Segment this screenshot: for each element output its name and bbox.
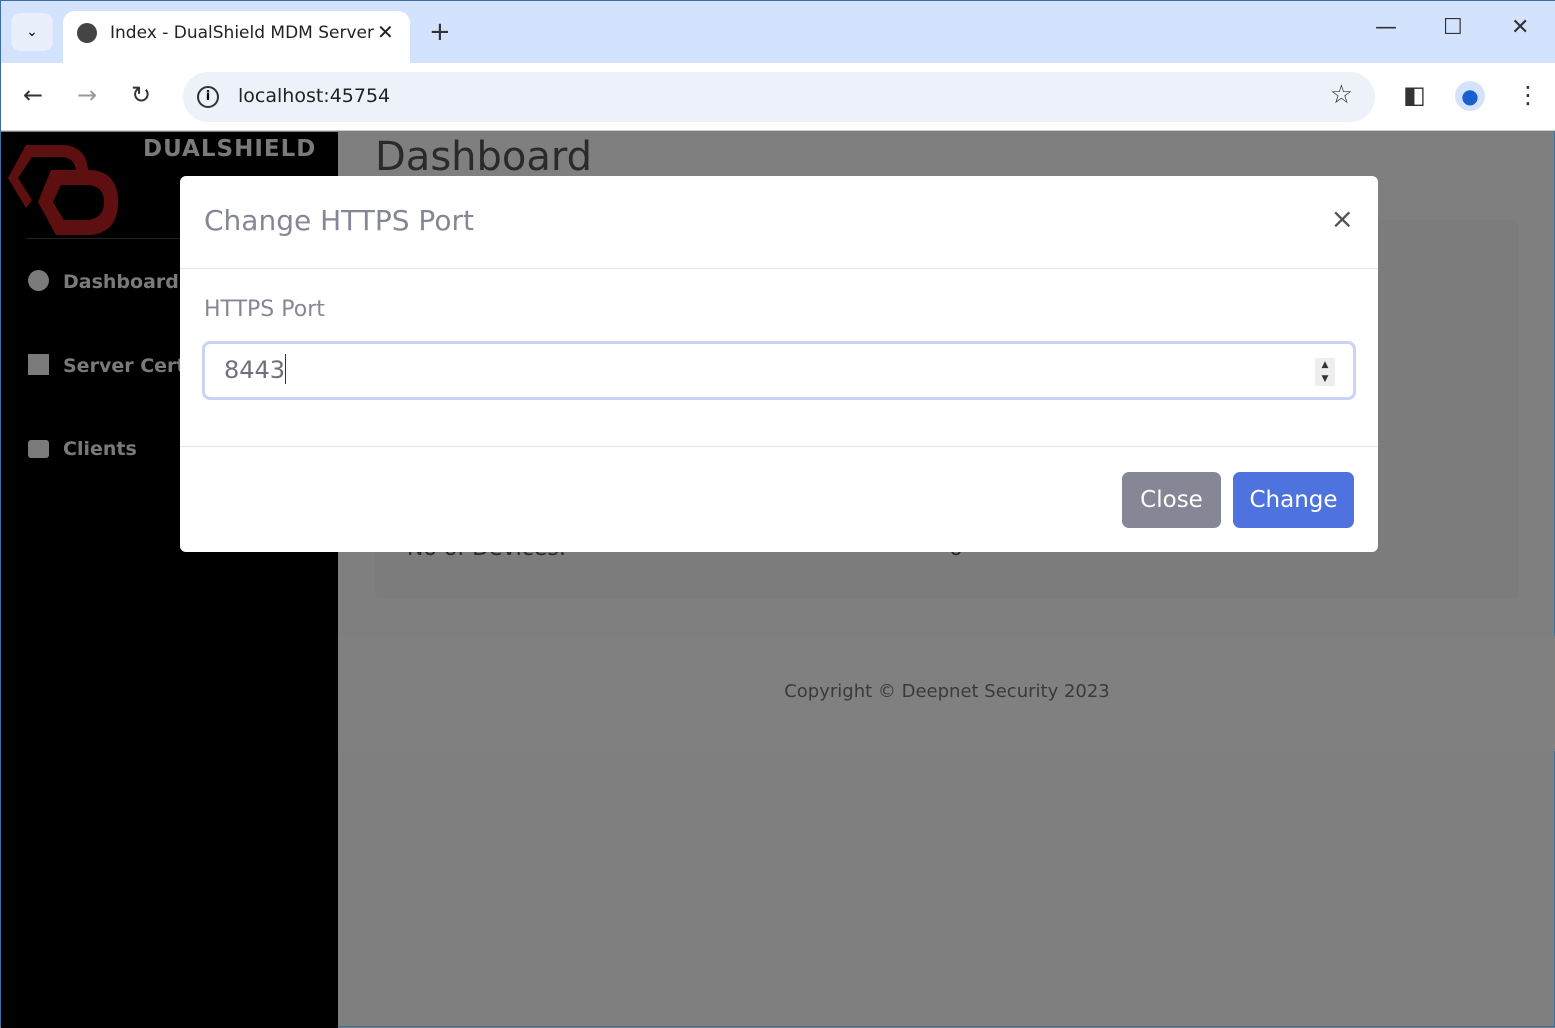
sidebar-item-dashboard[interactable]: Dashboard — [28, 270, 179, 293]
tab-title: Index - DualShield MDM Server — [110, 23, 374, 43]
globe-icon — [77, 23, 97, 43]
text-cursor — [285, 354, 287, 384]
https-port-value: 8443 — [224, 356, 286, 384]
close-button[interactable]: Close — [1122, 472, 1221, 528]
change-button[interactable]: Change — [1233, 472, 1354, 528]
browser-toolbar: ← → ↻ i localhost:45754 ☆ ◧ ● ⋮ — [1, 63, 1555, 131]
number-spinner[interactable]: ▲ ▼ — [1315, 358, 1335, 386]
star-icon[interactable]: ☆ — [1330, 80, 1353, 110]
https-port-label: HTTPS Port — [204, 297, 325, 322]
tab-strip: ⌄ Index - DualShield MDM Server ✕ + — ☐ … — [1, 1, 1555, 63]
browser-tab[interactable]: Index - DualShield MDM Server ✕ — [63, 11, 410, 63]
forward-icon[interactable]: → — [77, 81, 97, 109]
address-bar[interactable]: i localhost:45754 ☆ — [183, 72, 1375, 122]
menu-icon[interactable]: ⋮ — [1516, 81, 1540, 109]
modal-body: HTTPS Port 8443 ▲ ▼ — [180, 269, 1378, 447]
sidebar-item-label: Dashboard — [63, 271, 179, 293]
info-icon[interactable]: i — [197, 86, 219, 108]
sidebar-item-server-certificate[interactable]: Server Certi — [28, 354, 192, 377]
dualshield-logo — [8, 145, 118, 235]
sidebar-item-clients[interactable]: Clients — [28, 438, 137, 460]
profile-icon[interactable]: ● — [1455, 81, 1485, 111]
tab-search-button[interactable]: ⌄ — [11, 13, 53, 51]
page-title: Dashboard — [375, 134, 593, 180]
new-tab-button[interactable]: + — [429, 17, 451, 47]
copyright: Copyright © Deepnet Security 2023 — [784, 681, 1110, 702]
close-icon[interactable]: × — [1331, 202, 1354, 235]
server-icon — [28, 440, 49, 458]
certificate-icon — [28, 354, 49, 375]
maximize-icon[interactable]: ☐ — [1443, 15, 1463, 40]
side-panel-icon[interactable]: ◧ — [1403, 81, 1426, 109]
sidebar-item-label: Clients — [63, 438, 137, 460]
back-icon[interactable]: ← — [23, 81, 43, 109]
url-text[interactable]: localhost:45754 — [238, 85, 390, 107]
reload-icon[interactable]: ↻ — [131, 81, 151, 109]
brand-name: DUALSHIELD — [143, 136, 317, 162]
window-close-icon[interactable]: ✕ — [1511, 15, 1529, 40]
modal-header: Change HTTPS Port × — [180, 176, 1378, 269]
tab-close-icon[interactable]: ✕ — [377, 20, 394, 44]
tachometer-icon — [28, 270, 49, 291]
sidebar-item-label: Server Certi — [63, 355, 192, 377]
footer: Copyright © Deepnet Security 2023 — [338, 636, 1555, 751]
minimize-icon[interactable]: — — [1375, 15, 1397, 40]
change-port-modal: Change HTTPS Port × HTTPS Port 8443 ▲ ▼ C… — [180, 176, 1378, 552]
https-port-input[interactable]: 8443 ▲ ▼ — [202, 341, 1356, 400]
modal-title: Change HTTPS Port — [204, 204, 474, 237]
